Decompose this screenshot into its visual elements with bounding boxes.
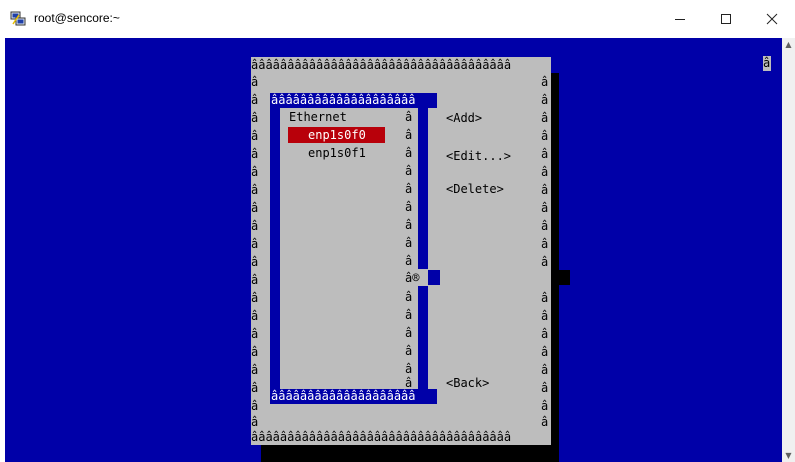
maximize-icon (721, 14, 731, 24)
dialog-shadow-bottom (261, 445, 559, 462)
chevron-down-icon: ▼ (785, 451, 792, 460)
add-button[interactable]: <Add> (446, 111, 482, 126)
stray-char: â (763, 56, 771, 70)
close-icon (766, 13, 778, 25)
list-bottom-border: ââââââââââââââââââââ (271, 389, 416, 403)
dialog-shadow-right (551, 73, 559, 462)
delete-button[interactable]: <Delete> (446, 182, 504, 197)
putty-icon (10, 11, 26, 26)
list-scroll-track-lower (418, 286, 428, 389)
window-titlebar: root@sencore:~ (0, 0, 795, 38)
window-title: root@sencore:~ (34, 11, 120, 25)
divider-edge-char: â (552, 271, 560, 285)
close-button[interactable] (749, 0, 795, 38)
list-heading: Ethernet (289, 110, 347, 124)
list-scroll-thumb[interactable]: â® (405, 271, 419, 286)
back-button[interactable]: <Back> (446, 376, 489, 391)
minimize-button[interactable] (657, 0, 703, 38)
divider-shadow (559, 270, 570, 285)
list-top-border: ââââââââââââââââââââ (271, 93, 416, 107)
list-scroll-junction (428, 270, 440, 285)
list-item-enp1s0f1[interactable]: enp1s0f1 (308, 146, 366, 161)
dialog-top-border: ââââââââââââââââââââââââââââââââââââ (251, 58, 512, 72)
list-scroll-track-upper (418, 108, 428, 269)
list-left-frame (270, 108, 280, 389)
dialog-bottom-border: ââââââââââââââââââââââââââââââââââââ (251, 430, 512, 444)
list-item-enp1s0f0[interactable]: enp1s0f0 (308, 128, 366, 143)
maximize-button[interactable] (703, 0, 749, 38)
edit-button[interactable]: <Edit...> (446, 149, 511, 164)
scroll-down-button[interactable]: ▼ (782, 449, 795, 462)
chevron-up-icon: ▲ (785, 40, 792, 49)
minimize-icon (675, 19, 685, 20)
window-scrollbar[interactable]: ▲ ▼ (782, 38, 795, 462)
terminal-area[interactable]: â ââââââââââââââââââââââââââââââââââââ â… (5, 38, 782, 462)
scroll-up-button[interactable]: ▲ (782, 38, 795, 51)
